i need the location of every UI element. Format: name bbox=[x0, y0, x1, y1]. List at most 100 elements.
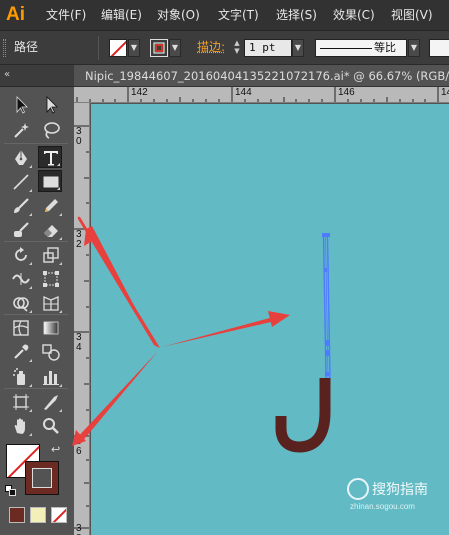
hand-icon bbox=[14, 418, 25, 434]
profile-dropdown-arrow[interactable]: ▼ bbox=[408, 39, 420, 57]
perspective-grid-icon bbox=[43, 296, 59, 311]
horizontal-ruler[interactable]: 142 144 146 148 bbox=[74, 87, 449, 103]
ruler-label: 3 8 bbox=[76, 523, 82, 535]
magic-wand-tool[interactable] bbox=[9, 119, 33, 141]
stroke-label[interactable]: 描边: bbox=[197, 31, 225, 65]
gradient-tool[interactable] bbox=[39, 317, 63, 339]
color-mode-button[interactable] bbox=[9, 507, 25, 523]
symbol-sprayer-icon bbox=[13, 368, 25, 385]
watermark-url: zhinan.sogou.com bbox=[350, 502, 415, 511]
rotate-icon bbox=[15, 247, 27, 261]
ruler-label: 3 6 bbox=[76, 436, 82, 457]
lasso-tool[interactable] bbox=[39, 119, 63, 141]
control-bar: 路径 ▼ ▼ 描边: ▲ ▼ 1 pt ▼ 等比 ▼ bbox=[0, 31, 449, 65]
paintbrush-tool[interactable] bbox=[9, 195, 33, 217]
column-graph-icon bbox=[43, 371, 59, 385]
free-transform-tool[interactable] bbox=[39, 268, 63, 290]
symbol-sprayer-tool[interactable] bbox=[9, 366, 33, 388]
menu-edit[interactable]: 编辑(E) bbox=[101, 0, 142, 31]
eyedropper-tool[interactable] bbox=[9, 341, 33, 363]
lasso-icon bbox=[44, 122, 60, 139]
ruler-label: 144 bbox=[235, 87, 252, 98]
stroke-weight-spinner[interactable]: ▲ ▼ bbox=[232, 39, 242, 57]
profile-label: 等比 bbox=[374, 41, 396, 54]
direct-selection-tool[interactable] bbox=[39, 94, 63, 116]
swap-fill-stroke-icon[interactable]: ↩ bbox=[51, 444, 60, 456]
ruler-label: 148 bbox=[441, 87, 449, 98]
shape-builder-icon bbox=[13, 297, 29, 312]
none-mode-button[interactable] bbox=[51, 507, 67, 523]
default-colors-icon[interactable] bbox=[5, 485, 17, 497]
stroke-weight-field[interactable]: 1 pt bbox=[244, 39, 292, 57]
free-transform-icon bbox=[43, 271, 59, 287]
tools-panel-header[interactable]: « bbox=[0, 65, 74, 87]
fill-swatch-button[interactable] bbox=[109, 39, 127, 57]
mesh-icon bbox=[13, 320, 29, 336]
brush-definition-box[interactable] bbox=[429, 39, 449, 57]
rotate-tool[interactable] bbox=[9, 244, 33, 266]
menu-object[interactable]: 对象(O) bbox=[157, 0, 200, 31]
blob-brush-tool[interactable] bbox=[9, 219, 33, 241]
ruler-label: 146 bbox=[338, 87, 355, 98]
toolbar-divider bbox=[4, 241, 68, 242]
gradient-mode-button[interactable] bbox=[30, 507, 46, 523]
artboard-canvas[interactable] bbox=[91, 104, 449, 535]
width-tool[interactable] bbox=[9, 268, 33, 290]
zoom-magnifier-icon bbox=[43, 418, 59, 434]
line-segment-icon bbox=[13, 174, 29, 190]
type-tool[interactable] bbox=[38, 146, 62, 168]
menu-file[interactable]: 文件(F) bbox=[46, 0, 86, 31]
menu-type[interactable]: 文字(T) bbox=[218, 0, 259, 31]
ruler-label: 3 0 bbox=[76, 126, 82, 147]
menu-view[interactable]: 视图(V) bbox=[391, 0, 433, 31]
pencil-icon bbox=[45, 199, 58, 212]
menu-effect[interactable]: 效果(C) bbox=[333, 0, 375, 31]
blend-tool[interactable] bbox=[39, 341, 63, 363]
artboard-icon bbox=[13, 394, 29, 410]
eraser-tool[interactable] bbox=[39, 219, 63, 241]
artboard-tool[interactable] bbox=[9, 391, 33, 413]
toolbar-divider bbox=[4, 314, 68, 315]
none-swatch-icon bbox=[110, 40, 126, 56]
width-icon bbox=[12, 273, 30, 285]
fill-dropdown-arrow[interactable]: ▼ bbox=[128, 39, 140, 57]
selection-type-label: 路径 bbox=[14, 40, 39, 54]
watermark-name: 搜狗指南 bbox=[372, 482, 428, 498]
slice-tool[interactable] bbox=[39, 391, 63, 413]
line-segment-tool[interactable] bbox=[9, 171, 33, 193]
rectangle-tool[interactable] bbox=[38, 170, 62, 192]
shape-builder-tool[interactable] bbox=[9, 292, 33, 314]
ruler-label: 3 2 bbox=[76, 229, 82, 250]
stroke-weight-dropdown-arrow[interactable]: ▼ bbox=[292, 39, 304, 57]
document-tab[interactable]: Nipic_19844607_20160404135221072176.ai* … bbox=[74, 65, 449, 87]
pen-tool[interactable] bbox=[9, 147, 33, 169]
stroke-swatch-hole bbox=[32, 468, 52, 488]
hand-tool[interactable] bbox=[9, 415, 33, 437]
none-mode-icon bbox=[52, 508, 66, 522]
selection-tool[interactable] bbox=[9, 94, 33, 116]
variable-width-profile[interactable]: 等比 bbox=[315, 39, 407, 57]
stroke-swatch[interactable] bbox=[25, 461, 59, 495]
toolbar-divider bbox=[4, 388, 68, 389]
stroke-swatch-button[interactable] bbox=[150, 39, 168, 57]
menu-bar: Ai 文件(F) 编辑(E) 对象(O) 文字(T) 选择(S) 效果(C) 视… bbox=[0, 0, 449, 31]
scale-tool[interactable] bbox=[39, 244, 63, 266]
vertical-ruler-ticks bbox=[74, 125, 89, 529]
document-tab-title: Nipic_19844607_20160404135221072176.ai* … bbox=[85, 69, 449, 83]
selection-arrow-icon bbox=[16, 96, 28, 114]
stroke-dropdown-arrow[interactable]: ▼ bbox=[169, 39, 181, 57]
collapse-icon[interactable]: « bbox=[4, 67, 10, 83]
mesh-tool[interactable] bbox=[9, 317, 33, 339]
pencil-tool[interactable] bbox=[39, 195, 63, 217]
zoom-tool[interactable] bbox=[39, 415, 63, 437]
perspective-grid-tool[interactable] bbox=[39, 292, 63, 314]
panel-grip[interactable] bbox=[3, 39, 6, 57]
paintbrush-icon bbox=[14, 198, 29, 213]
vertical-ruler[interactable]: 3 0 3 2 3 4 3 6 3 8 bbox=[74, 103, 90, 535]
column-graph-tool[interactable] bbox=[39, 366, 63, 388]
pen-nib-icon bbox=[15, 150, 27, 165]
blob-brush-icon bbox=[14, 222, 29, 237]
menu-select[interactable]: 选择(S) bbox=[276, 0, 317, 31]
app-logo: Ai bbox=[6, 4, 25, 25]
direct-selection-arrow-icon bbox=[46, 96, 58, 114]
